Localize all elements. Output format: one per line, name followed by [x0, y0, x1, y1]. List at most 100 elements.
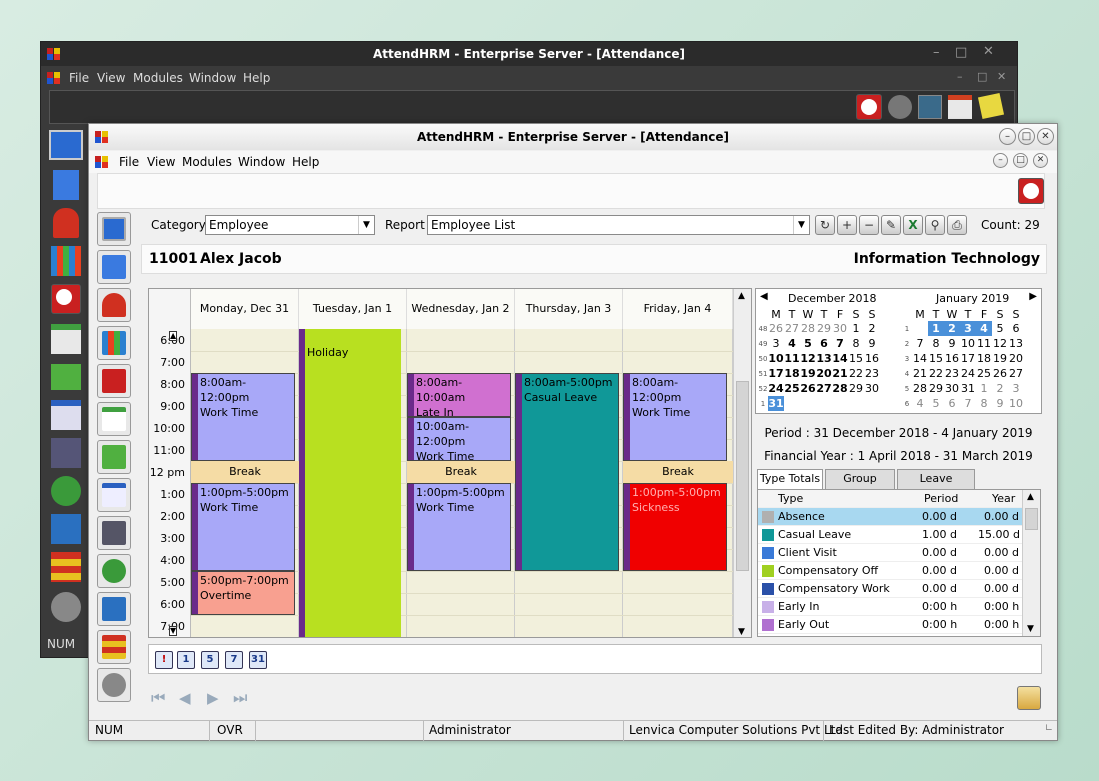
table-row[interactable]: Client Visit 0.00 d 0.00 d: [758, 544, 1022, 562]
event-block[interactable]: 8:00am-12:00pm Work Time: [623, 373, 727, 461]
scrollbar-thumb[interactable]: [736, 381, 749, 571]
day-header-mon[interactable]: Monday, Dec 31: [191, 289, 299, 329]
day-header-tue[interactable]: Tuesday, Jan 1: [299, 289, 407, 329]
back-clock-icon[interactable]: [856, 94, 882, 120]
next-record-icon[interactable]: ▶: [207, 689, 219, 707]
totals-scroll-down-icon[interactable]: ▼: [1027, 624, 1034, 634]
event-block[interactable]: 8:00am-5:00pm Casual Leave: [515, 373, 619, 571]
back-calendar-icon[interactable]: [948, 95, 972, 119]
scroll-up-icon[interactable]: ▲: [169, 331, 178, 341]
category-select[interactable]: Employee ▼: [205, 215, 375, 235]
back-side-device-icon[interactable]: [51, 438, 81, 468]
menu-file[interactable]: File: [119, 155, 139, 169]
back-side-group-icon[interactable]: [51, 476, 81, 506]
month2-grid[interactable]: MTWTFSS 1123456 2 7 8 9 10 11 12 13 3 14 15 16 17 18…: [902, 307, 1024, 411]
excel-icon[interactable]: X: [903, 215, 923, 235]
col-period[interactable]: Period: [924, 492, 958, 505]
menu-view[interactable]: View: [147, 155, 175, 169]
day-header-thu[interactable]: Thursday, Jan 3: [515, 289, 623, 329]
side-monitor-icon[interactable]: [97, 212, 131, 246]
prev-record-icon[interactable]: ◀: [179, 689, 191, 707]
totals-scroll-up-icon[interactable]: ▲: [1027, 492, 1034, 502]
back-side-roster-icon[interactable]: [51, 246, 81, 276]
back-side-monitor-icon[interactable]: [49, 130, 83, 160]
tab-type-totals[interactable]: Type Totals: [757, 469, 823, 490]
back-gear-icon[interactable]: [888, 95, 912, 119]
back-side-person-icon[interactable]: [53, 208, 79, 238]
search-icon[interactable]: ⚲: [925, 215, 945, 235]
view-day-button[interactable]: 1: [177, 651, 195, 669]
totals-scroll-thumb[interactable]: [1025, 508, 1038, 530]
day-header-fri[interactable]: Friday, Jan 4: [623, 289, 733, 329]
month1-grid[interactable]: MTWTFSS 48 26 27 28 29 30 1 2 49 3 4 5 6 7 8 9 50 10 11 1…: [758, 307, 880, 411]
event-block[interactable]: 1:00pm-5:00pm Work Time: [191, 483, 295, 571]
view-week-button[interactable]: 7: [225, 651, 243, 669]
scrollbar-down-icon[interactable]: ▼: [738, 627, 745, 637]
back-mdi-close-icon[interactable]: ✕: [997, 70, 1006, 83]
back-menu-window[interactable]: Window: [189, 71, 236, 85]
mdi-close-icon[interactable]: ✕: [1033, 153, 1048, 168]
event-block[interactable]: 8:00am-10:00am Late In: [407, 373, 511, 417]
event-block[interactable]: 1:00pm-5:00pm Work Time: [407, 483, 511, 571]
add-icon[interactable]: +: [837, 215, 857, 235]
side-money-icon[interactable]: [97, 440, 131, 474]
next-month-icon[interactable]: ▶: [1029, 291, 1037, 302]
table-row[interactable]: Early In 0:00 h 0:00 h: [758, 598, 1022, 616]
back-notes-icon[interactable]: [977, 92, 1005, 120]
side-calendar-icon[interactable]: [97, 402, 131, 436]
table-row[interactable]: Casual Leave 1.00 d 15.00 d: [758, 526, 1022, 544]
back-side-settings-icon[interactable]: [51, 592, 81, 622]
back-menu-help[interactable]: Help: [243, 71, 270, 85]
side-person-icon[interactable]: [97, 288, 131, 322]
back-side-building-icon[interactable]: [53, 170, 79, 200]
back-side-calendar-icon[interactable]: [51, 324, 81, 354]
holiday-block[interactable]: Holiday: [299, 329, 401, 637]
back-menu-modules[interactable]: Modules: [133, 71, 183, 85]
back-minimize-icon[interactable]: –: [933, 45, 940, 60]
back-side-report-icon[interactable]: [51, 552, 81, 582]
minimize-icon[interactable]: –: [999, 128, 1016, 145]
menu-help[interactable]: Help: [292, 155, 319, 169]
last-record-icon[interactable]: ⏭: [233, 688, 247, 708]
side-user-icon[interactable]: [97, 592, 131, 626]
tab-leave-balance[interactable]: Leave Balance: [897, 469, 975, 503]
side-clock-icon[interactable]: [97, 364, 131, 398]
attendance-clock-icon[interactable]: [1018, 178, 1044, 204]
side-group-icon[interactable]: [97, 554, 131, 588]
view-workweek-button[interactable]: 5: [201, 651, 219, 669]
report-select[interactable]: Employee List ▼: [427, 215, 810, 235]
day-header-wed[interactable]: Wednesday, Jan 2: [407, 289, 515, 329]
back-mdi-restore-icon[interactable]: □: [977, 70, 987, 83]
event-block[interactable]: 10:00am-12:00pm Work Time: [407, 417, 511, 461]
back-side-money-icon[interactable]: [51, 364, 81, 390]
view-exceptions-button[interactable]: !: [155, 651, 173, 669]
back-side-user-icon[interactable]: [51, 514, 81, 544]
refresh-icon[interactable]: ↻: [815, 215, 835, 235]
event-block[interactable]: 5:00pm-7:00pm Overtime: [191, 571, 295, 615]
layout-grid-icon[interactable]: [1017, 686, 1041, 710]
tab-group-totals[interactable]: Group Totals: [825, 469, 895, 503]
side-report-icon[interactable]: [97, 630, 131, 664]
calendar-scrollbar[interactable]: ▲ ▼: [733, 289, 751, 637]
resize-grip-icon[interactable]: ∟: [1045, 723, 1053, 734]
side-settings-icon[interactable]: [97, 668, 131, 702]
back-maximize-icon[interactable]: □: [955, 45, 967, 60]
back-menu-file[interactable]: File: [69, 71, 89, 85]
first-record-icon[interactable]: ⏮: [151, 688, 165, 708]
table-row[interactable]: Absence 0.00 d 0.00 d: [758, 508, 1022, 526]
side-device-icon[interactable]: [97, 516, 131, 550]
table-row[interactable]: Compensatory Off 0.00 d 0.00 d: [758, 562, 1022, 580]
mdi-restore-icon[interactable]: □: [1013, 153, 1028, 168]
scroll-down-icon[interactable]: ▼: [169, 626, 178, 636]
col-type[interactable]: Type: [778, 492, 803, 505]
side-roster-icon[interactable]: [97, 326, 131, 360]
mdi-minimize-icon[interactable]: –: [993, 153, 1008, 168]
event-block[interactable]: 8:00am-12:00pm Work Time: [191, 373, 295, 461]
scrollbar-up-icon[interactable]: ▲: [738, 291, 745, 301]
edit-icon[interactable]: ✎: [881, 215, 901, 235]
table-row[interactable]: Compensatory Work 0.00 d 0.00 d: [758, 580, 1022, 598]
print-icon[interactable]: ⎙: [947, 215, 967, 235]
side-building-icon[interactable]: [97, 250, 131, 284]
table-row[interactable]: Early Out 0:00 h 0:00 h: [758, 616, 1022, 634]
report-chevron-down-icon[interactable]: ▼: [793, 216, 809, 234]
